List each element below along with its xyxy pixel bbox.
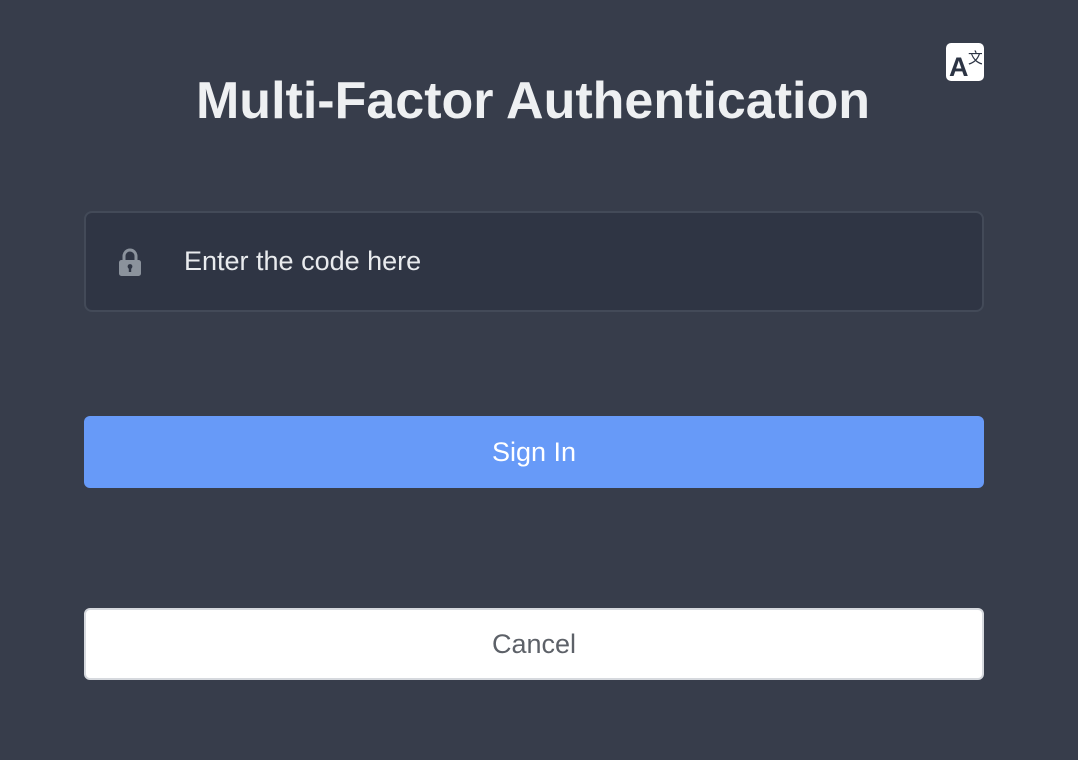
lock-icon xyxy=(119,248,141,276)
code-field xyxy=(84,211,984,314)
svg-text:文: 文 xyxy=(968,49,982,67)
cancel-button[interactable]: Cancel xyxy=(84,608,984,680)
page-title: Multi-Factor Authentication xyxy=(195,72,871,130)
sign-in-button[interactable]: Sign In xyxy=(84,416,984,488)
code-input[interactable] xyxy=(184,213,964,314)
